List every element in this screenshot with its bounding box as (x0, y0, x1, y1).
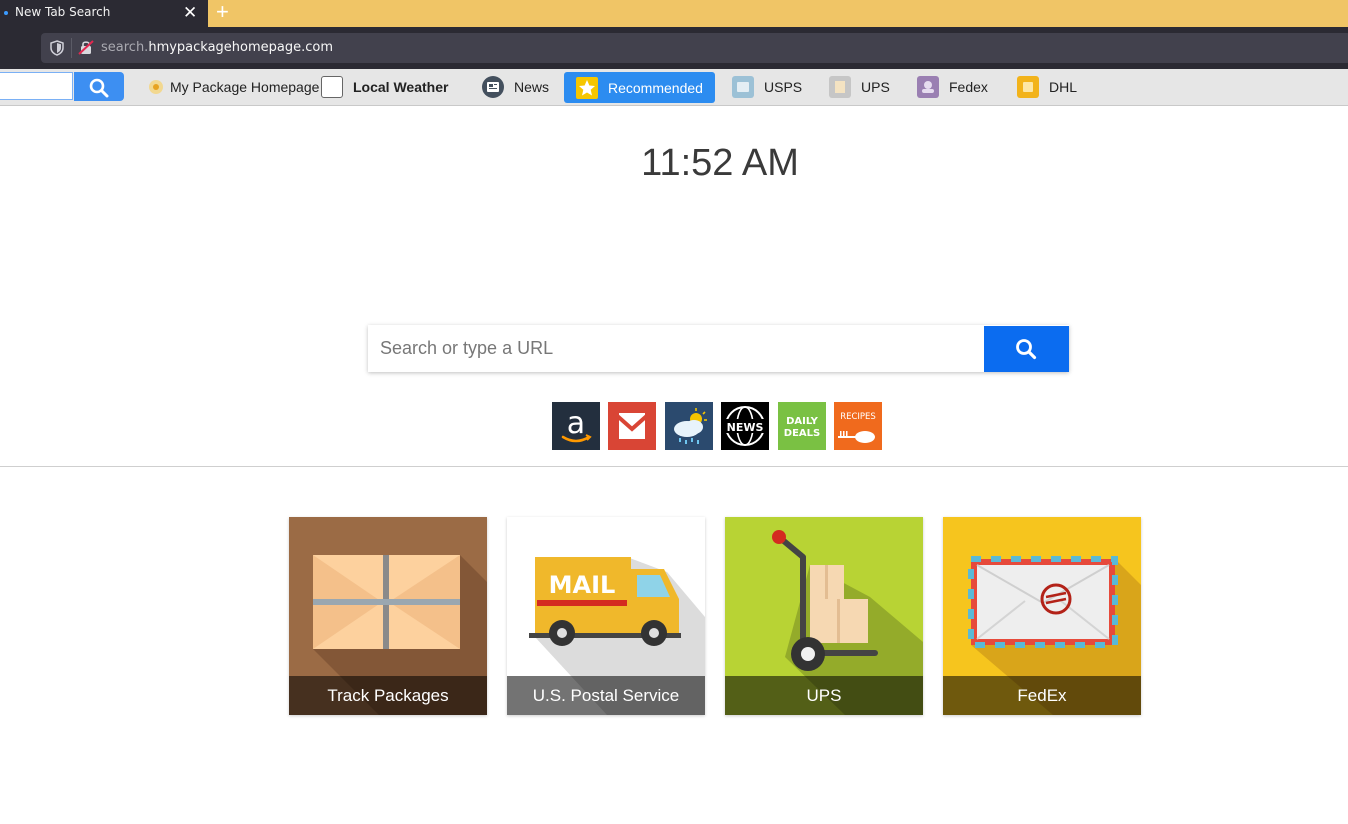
quick-link-daily-deals[interactable]: DAILY DEALS (778, 402, 826, 450)
amazon-icon: a (561, 406, 592, 443)
toolbar-item-label: News (514, 79, 550, 95)
tile-us-postal-service[interactable]: MAIL U.S. Postal Service (507, 517, 705, 715)
nav-bar: search.hmypackagehomepage.com (0, 27, 1348, 69)
tab-close-icon[interactable]: ✕ (183, 4, 197, 21)
tab-new-tab-search[interactable]: New Tab Search ✕ (0, 0, 208, 27)
quick-link-news[interactable]: NEWS (721, 402, 769, 450)
weather-icon (321, 76, 343, 98)
ups-icon (829, 76, 851, 98)
toolbar-item-dhl[interactable]: DHL (1017, 69, 1077, 105)
daily-label: DAILY (786, 416, 819, 427)
star-icon (576, 77, 598, 99)
toolbar-item-label: USPS (764, 79, 803, 95)
quick-link-weather[interactable] (665, 402, 713, 450)
tile-label: UPS (725, 676, 923, 715)
main-search-input[interactable] (368, 325, 984, 372)
section-divider (0, 466, 1348, 467)
quick-link-amazon[interactable]: a (552, 402, 600, 450)
tab-favicon-icon (4, 11, 8, 15)
tile-fedex[interactable]: FedEx (943, 517, 1141, 715)
insecure-lock-icon[interactable] (78, 39, 94, 56)
toolbar-item-label: DHL (1049, 79, 1078, 95)
package-icon (149, 80, 163, 94)
clock: 11:52 AM (641, 142, 799, 184)
weather-cloud-icon (674, 408, 707, 444)
tile-ups[interactable]: UPS (725, 517, 923, 715)
toolbar-item-label: UPS (861, 79, 890, 95)
toolbar-item-news[interactable]: News (482, 69, 549, 105)
tile-label: Track Packages (289, 676, 487, 715)
news-icon (482, 76, 504, 98)
tile-label: FedEx (943, 676, 1141, 715)
daily-deals-icon: DAILY DEALS (784, 416, 820, 439)
toolbar-item-ups[interactable]: UPS (829, 69, 890, 105)
quick-link-recipes[interactable]: RECIPES (834, 402, 882, 450)
fedex-icon (917, 76, 939, 98)
mail-label: MAIL (549, 571, 616, 599)
url-host: hmypackagehomepage.com (148, 40, 334, 55)
toolbar-search-input[interactable] (0, 72, 73, 100)
extension-toolbar: My Package Homepage Local Weather News R… (0, 69, 1348, 106)
url-bar[interactable]: search.hmypackagehomepage.com (41, 33, 1348, 63)
shield-icon[interactable] (50, 40, 64, 56)
amazon-letter: a (567, 406, 585, 441)
main-search (368, 325, 1069, 372)
search-icon (1016, 339, 1037, 360)
toolbar-item-recommended[interactable]: Recommended (564, 72, 715, 103)
url-separator (71, 38, 72, 58)
gmail-icon (612, 411, 652, 439)
recipes-label: RECIPES (840, 412, 876, 422)
tile-track-packages[interactable]: Track Packages (289, 517, 487, 715)
url-subdomain: search. (101, 40, 149, 55)
toolbar-item-label: Local Weather (353, 79, 449, 95)
quick-link-gmail[interactable] (608, 402, 656, 450)
usps-icon (732, 76, 754, 98)
recipes-icon: RECIPES (838, 412, 876, 443)
toolbar-item-usps[interactable]: USPS (732, 69, 802, 105)
new-tab-plus-icon[interactable]: + (216, 1, 229, 23)
tab-title: New Tab Search (15, 5, 111, 19)
dhl-icon (1017, 76, 1039, 98)
tab-strip: New Tab Search ✕ + (0, 0, 1348, 27)
deals-label: DEALS (784, 428, 820, 439)
main-search-button[interactable] (984, 326, 1069, 372)
toolbar-search-button[interactable] (74, 72, 124, 101)
toolbar-item-label: Fedex (949, 79, 988, 95)
toolbar-item-my-package-homepage[interactable]: My Package Homepage (149, 69, 319, 105)
toolbar-item-label: Recommended (608, 80, 703, 96)
globe-icon: NEWS (724, 406, 766, 446)
news-label: NEWS (727, 421, 764, 434)
toolbar-item-local-weather[interactable]: Local Weather (321, 69, 448, 105)
url-text[interactable]: search.hmypackagehomepage.com (101, 40, 333, 55)
search-icon (89, 78, 109, 98)
toolbar-item-label: My Package Homepage (170, 79, 320, 95)
toolbar-item-fedex[interactable]: Fedex (917, 69, 988, 105)
tile-label: U.S. Postal Service (507, 676, 705, 715)
